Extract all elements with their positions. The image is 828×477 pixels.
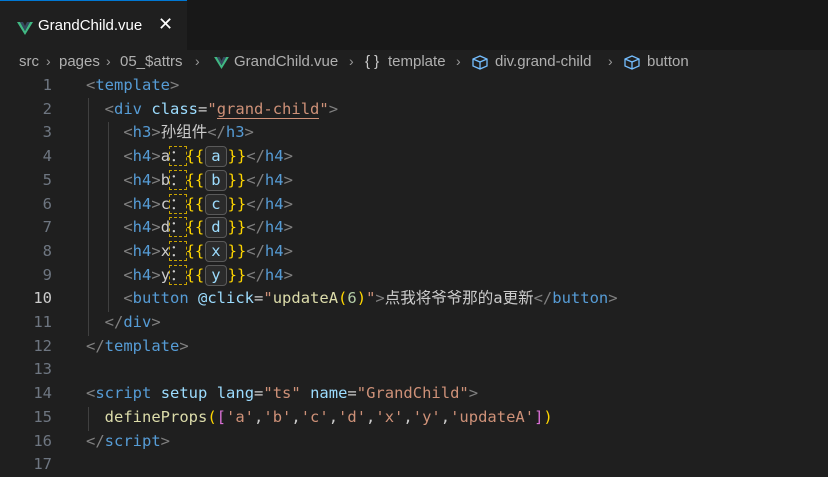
line-number: 3 (42, 123, 52, 142)
chevron-right-icon: › (608, 53, 613, 69)
breadcrumb-item-file[interactable]: GrandChild.vue (234, 53, 338, 70)
code-line: 17 (0, 453, 828, 477)
breadcrumb-item-folder[interactable]: 05_$attrs (120, 53, 183, 70)
code-line: 13 (0, 358, 828, 382)
code-line: 11 </div> (0, 311, 828, 335)
code-line: 6 <h4>c：{{c}}</h4> (0, 193, 828, 217)
code-line: 9 <h4>y：{{y}}</h4> (0, 264, 828, 288)
breadcrumb-item-src[interactable]: src (19, 53, 39, 70)
code-line: 3 <h3>孙组件</h3> (0, 121, 828, 145)
code-line: 2 <div class="grand-child"> (0, 98, 828, 122)
code-line: 15 defineProps(['a','b','c','d','x','y',… (0, 406, 828, 430)
code-line: 4 <h4>a：{{a}}</h4> (0, 145, 828, 169)
line-number: 12 (33, 336, 52, 355)
vue-file-icon (17, 20, 33, 39)
chevron-right-icon: › (46, 53, 51, 69)
tab-grandchild-vue[interactable]: GrandChild.vue ✕ (0, 0, 187, 50)
code-line: 1 <template> (0, 74, 828, 98)
close-icon[interactable]: ✕ (158, 14, 173, 35)
chevron-right-icon: › (456, 53, 461, 69)
line-number: 5 (42, 170, 52, 189)
breadcrumb-item-pages[interactable]: pages (59, 53, 100, 70)
line-number: 4 (42, 147, 52, 166)
code-line-active: 10 <button @click="updateA(6)">点我将爷爷那的a更… (0, 287, 828, 311)
line-number: 15 (33, 407, 52, 426)
breadcrumb-item-button[interactable]: button (647, 53, 689, 70)
element-cube-icon (472, 55, 488, 74)
code-line: 14 <script setup lang="ts" name="GrandChi… (0, 382, 828, 406)
line-number: 6 (42, 194, 52, 213)
code-editor[interactable]: 1 <template> 2 <div class="grand-child"> … (0, 74, 828, 473)
line-number: 10 (33, 289, 52, 308)
tab-label: GrandChild.vue (38, 17, 143, 34)
chevron-right-icon: › (106, 53, 111, 69)
braces-icon: { } (365, 53, 380, 70)
breadcrumb-item-div[interactable]: div.grand-child (495, 53, 591, 70)
code-line: 16 </script> (0, 430, 828, 454)
line-number: 14 (33, 384, 52, 403)
code-line: 12 </template> (0, 335, 828, 359)
code-line: 8 <h4>x：{{x}}</h4> (0, 240, 828, 264)
code-line: 5 <h4>b：{{b}}</h4> (0, 169, 828, 193)
line-number: 11 (33, 313, 52, 331)
line-number: 9 (42, 265, 52, 284)
line-number: 1 (42, 76, 52, 94)
breadcrumb: src › pages › 05_$attrs › GrandChild.vue… (0, 50, 828, 76)
line-number: 2 (42, 99, 52, 118)
line-number: 16 (33, 431, 52, 450)
line-number: 7 (42, 218, 52, 237)
line-number: 8 (42, 241, 52, 260)
line-number: 17 (33, 455, 52, 474)
element-cube-icon (624, 55, 640, 74)
line-number: 13 (33, 360, 52, 379)
chevron-right-icon: › (195, 53, 200, 69)
vue-file-icon (214, 56, 229, 73)
chevron-right-icon: › (349, 53, 354, 69)
editor-tab-bar: GrandChild.vue ✕ (0, 0, 828, 50)
breadcrumb-item-template[interactable]: template (388, 53, 446, 70)
code-line: 7 <h4>d：{{d}}</h4> (0, 216, 828, 240)
